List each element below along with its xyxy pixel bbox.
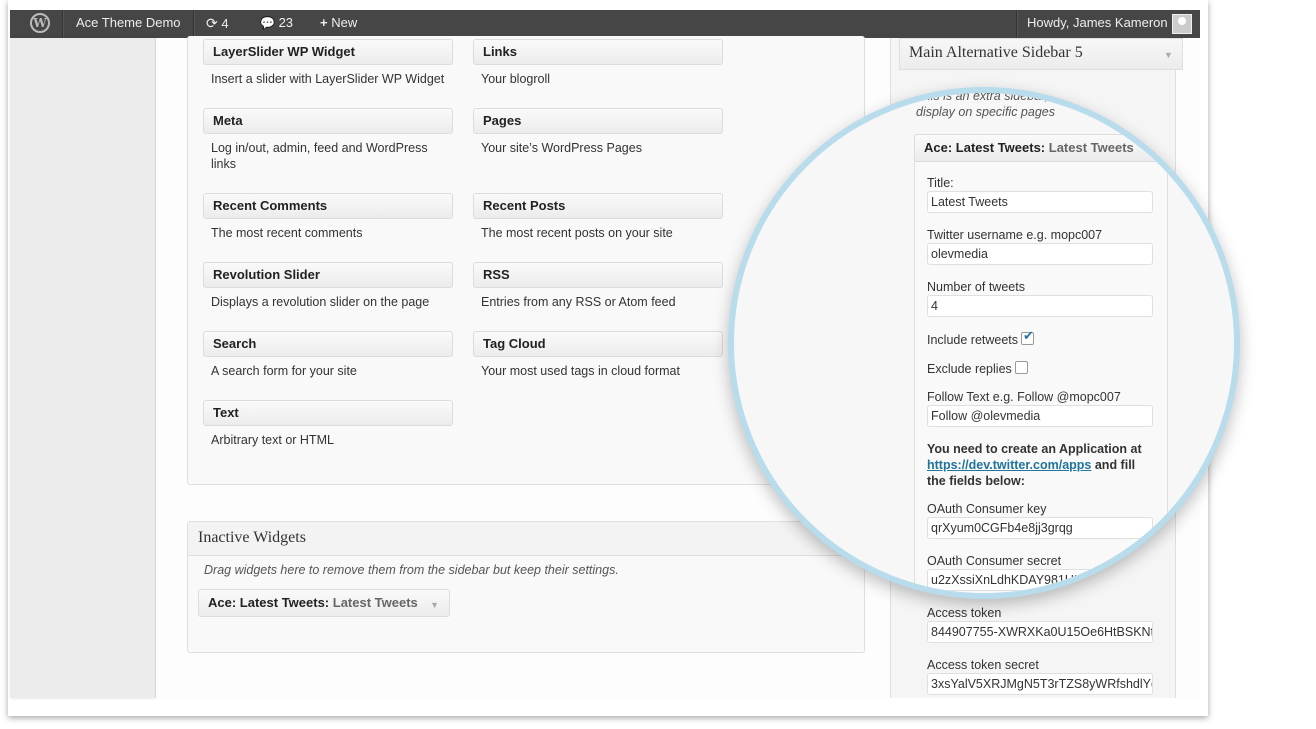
inactive-widget-latest-tweets[interactable]: Ace: Latest Tweets: Latest Tweets ▼ [198, 589, 450, 617]
separator [193, 10, 195, 38]
include-retweets-row: Include retweets [927, 328, 1035, 347]
follow-text-input[interactable]: Follow @olevmedia [927, 405, 1153, 427]
include-retweets-label: Include retweets [927, 333, 1019, 347]
access-token-input[interactable]: 844907755-XWRXKa0U15Oe6HtBSKNt [927, 621, 1153, 643]
admin-left-menu [10, 38, 156, 698]
widget-links[interactable]: Links [473, 39, 723, 65]
separator [62, 10, 64, 38]
widget-name: Latest Tweets [1048, 140, 1134, 155]
comment-bubble-icon: 💬 [260, 16, 275, 30]
twitter-username-label: Twitter username e.g. mopc007 [927, 228, 1103, 242]
consumer-key-input[interactable]: qrXyum0CGFb4e8jj3grqg [927, 517, 1153, 539]
consumer-key-label: OAuth Consumer key [927, 502, 1047, 516]
inactive-widgets-title: Inactive Widgets [198, 529, 306, 546]
comments-link[interactable]: 💬 23 [260, 10, 293, 38]
consumer-secret-input[interactable]: u2zXssiXnLdhKDAY981UHtBOlq4ebtuN [927, 569, 1153, 591]
widget-description: Log in/out, admin, feed and WordPress li… [211, 141, 428, 171]
wordpress-logo-icon[interactable]: W [30, 13, 50, 33]
plus-icon: + [320, 15, 328, 30]
widget-recent-comments[interactable]: Recent Comments [203, 193, 453, 219]
title-input[interactable]: Latest Tweets [927, 191, 1153, 213]
widget-layerslider-wp-widget[interactable]: LayerSlider WP Widget [203, 39, 453, 65]
title-label: Title: [927, 176, 954, 190]
twitter-username-input[interactable]: olevmedia [927, 243, 1153, 265]
collapse-arrow-icon[interactable]: ▼ [1164, 50, 1173, 60]
consumer-secret-label: OAuth Consumer secret [927, 554, 1062, 568]
number-of-tweets-label: Number of tweets [927, 280, 1025, 294]
exclude-replies-row: Exclude replies [927, 361, 1028, 376]
widget-description: Your most used tags in cloud format [481, 364, 680, 378]
site-name-link[interactable]: Ace Theme Demo [76, 10, 181, 38]
comments-count: 23 [278, 15, 294, 30]
widget-description: Arbitrary text or HTML [211, 433, 334, 447]
twitter-apps-link[interactable]: https://dev.twitter.com/apps [927, 458, 1091, 472]
magnifier-circle: This is an extra sidebar, it can be chos… [728, 87, 1240, 599]
latest-tweets-widget-title[interactable]: Ace: Latest Tweets: Latest Tweets ▼ [914, 134, 1166, 162]
access-token-secret-input[interactable]: 3xsYalV5XRJMgN5T3rTZS8yWRfshdlYc [927, 673, 1153, 695]
new-content-link[interactable]: + New [320, 10, 357, 38]
exclude-replies-label: Exclude replies [927, 362, 1012, 376]
widget-rss[interactable]: RSS [473, 262, 723, 288]
widget-pages[interactable]: Pages [473, 108, 723, 134]
inactive-widgets-description: Drag widgets here to remove them from th… [204, 563, 619, 577]
widget-description: Displays a revolution slider on the page [211, 295, 430, 309]
number-of-tweets-input[interactable]: 4 [927, 295, 1153, 317]
widget-description: The most recent comments [211, 226, 363, 240]
admin-bar: W Ace Theme Demo ⟳ 4 💬 23 + New Howdy, J… [10, 10, 1200, 38]
widget-meta[interactable]: Meta [203, 108, 453, 134]
include-retweets-checkbox[interactable] [1021, 328, 1035, 345]
new-label: New [331, 15, 358, 30]
twitter-app-notice: You need to create an Application at htt… [927, 441, 1153, 489]
widget-text[interactable]: Text [203, 400, 453, 426]
widget-name: Latest Tweets [332, 595, 418, 610]
widget-recent-posts[interactable]: Recent Posts [473, 193, 723, 219]
updates-count: 4 [221, 16, 229, 31]
separator [1016, 10, 1018, 38]
widget-tag-cloud[interactable]: Tag Cloud [473, 331, 723, 357]
notice-text: You need to create an Application at [927, 442, 1142, 456]
widget-revolution-slider[interactable]: Revolution Slider [203, 262, 453, 288]
sidebar-title: Main Alternative Sidebar 5 [909, 44, 1083, 61]
howdy-user-link[interactable]: Howdy, James Kameron [1027, 10, 1168, 38]
avatar[interactable] [1172, 14, 1192, 34]
widget-description: Entries from any RSS or Atom feed [481, 295, 676, 309]
exclude-replies-checkbox[interactable] [1014, 361, 1028, 374]
access-token-label: Access token [927, 606, 1002, 620]
widget-prefix: Ace: Latest Tweets: [208, 595, 330, 610]
widget-description: The most recent posts on your site [481, 226, 673, 240]
access-token-secret-label: Access token secret [927, 658, 1039, 672]
widget-description: Insert a slider with LayerSlider WP Widg… [211, 72, 445, 86]
updates-icon: ⟳ [206, 15, 218, 31]
sidebar-description: This is an extra sidebar, it can be chos… [916, 89, 1157, 119]
widget-search[interactable]: Search [203, 331, 453, 357]
follow-text-label: Follow Text e.g. Follow @mopc007 [927, 390, 1121, 404]
widget-description: Your blogroll [481, 72, 551, 86]
widget-description: A search form for your site [211, 364, 357, 378]
widget-prefix: Ace: Latest Tweets: [924, 140, 1046, 155]
updates-link[interactable]: ⟳ 4 [206, 10, 229, 38]
magnified-widget-form: This is an extra sidebar, it can be chos… [734, 89, 1234, 593]
chevron-down-icon[interactable]: ▼ [1148, 137, 1157, 163]
widget-description: Your site’s WordPress Pages [481, 141, 642, 155]
chevron-down-icon[interactable]: ▼ [430, 592, 439, 618]
